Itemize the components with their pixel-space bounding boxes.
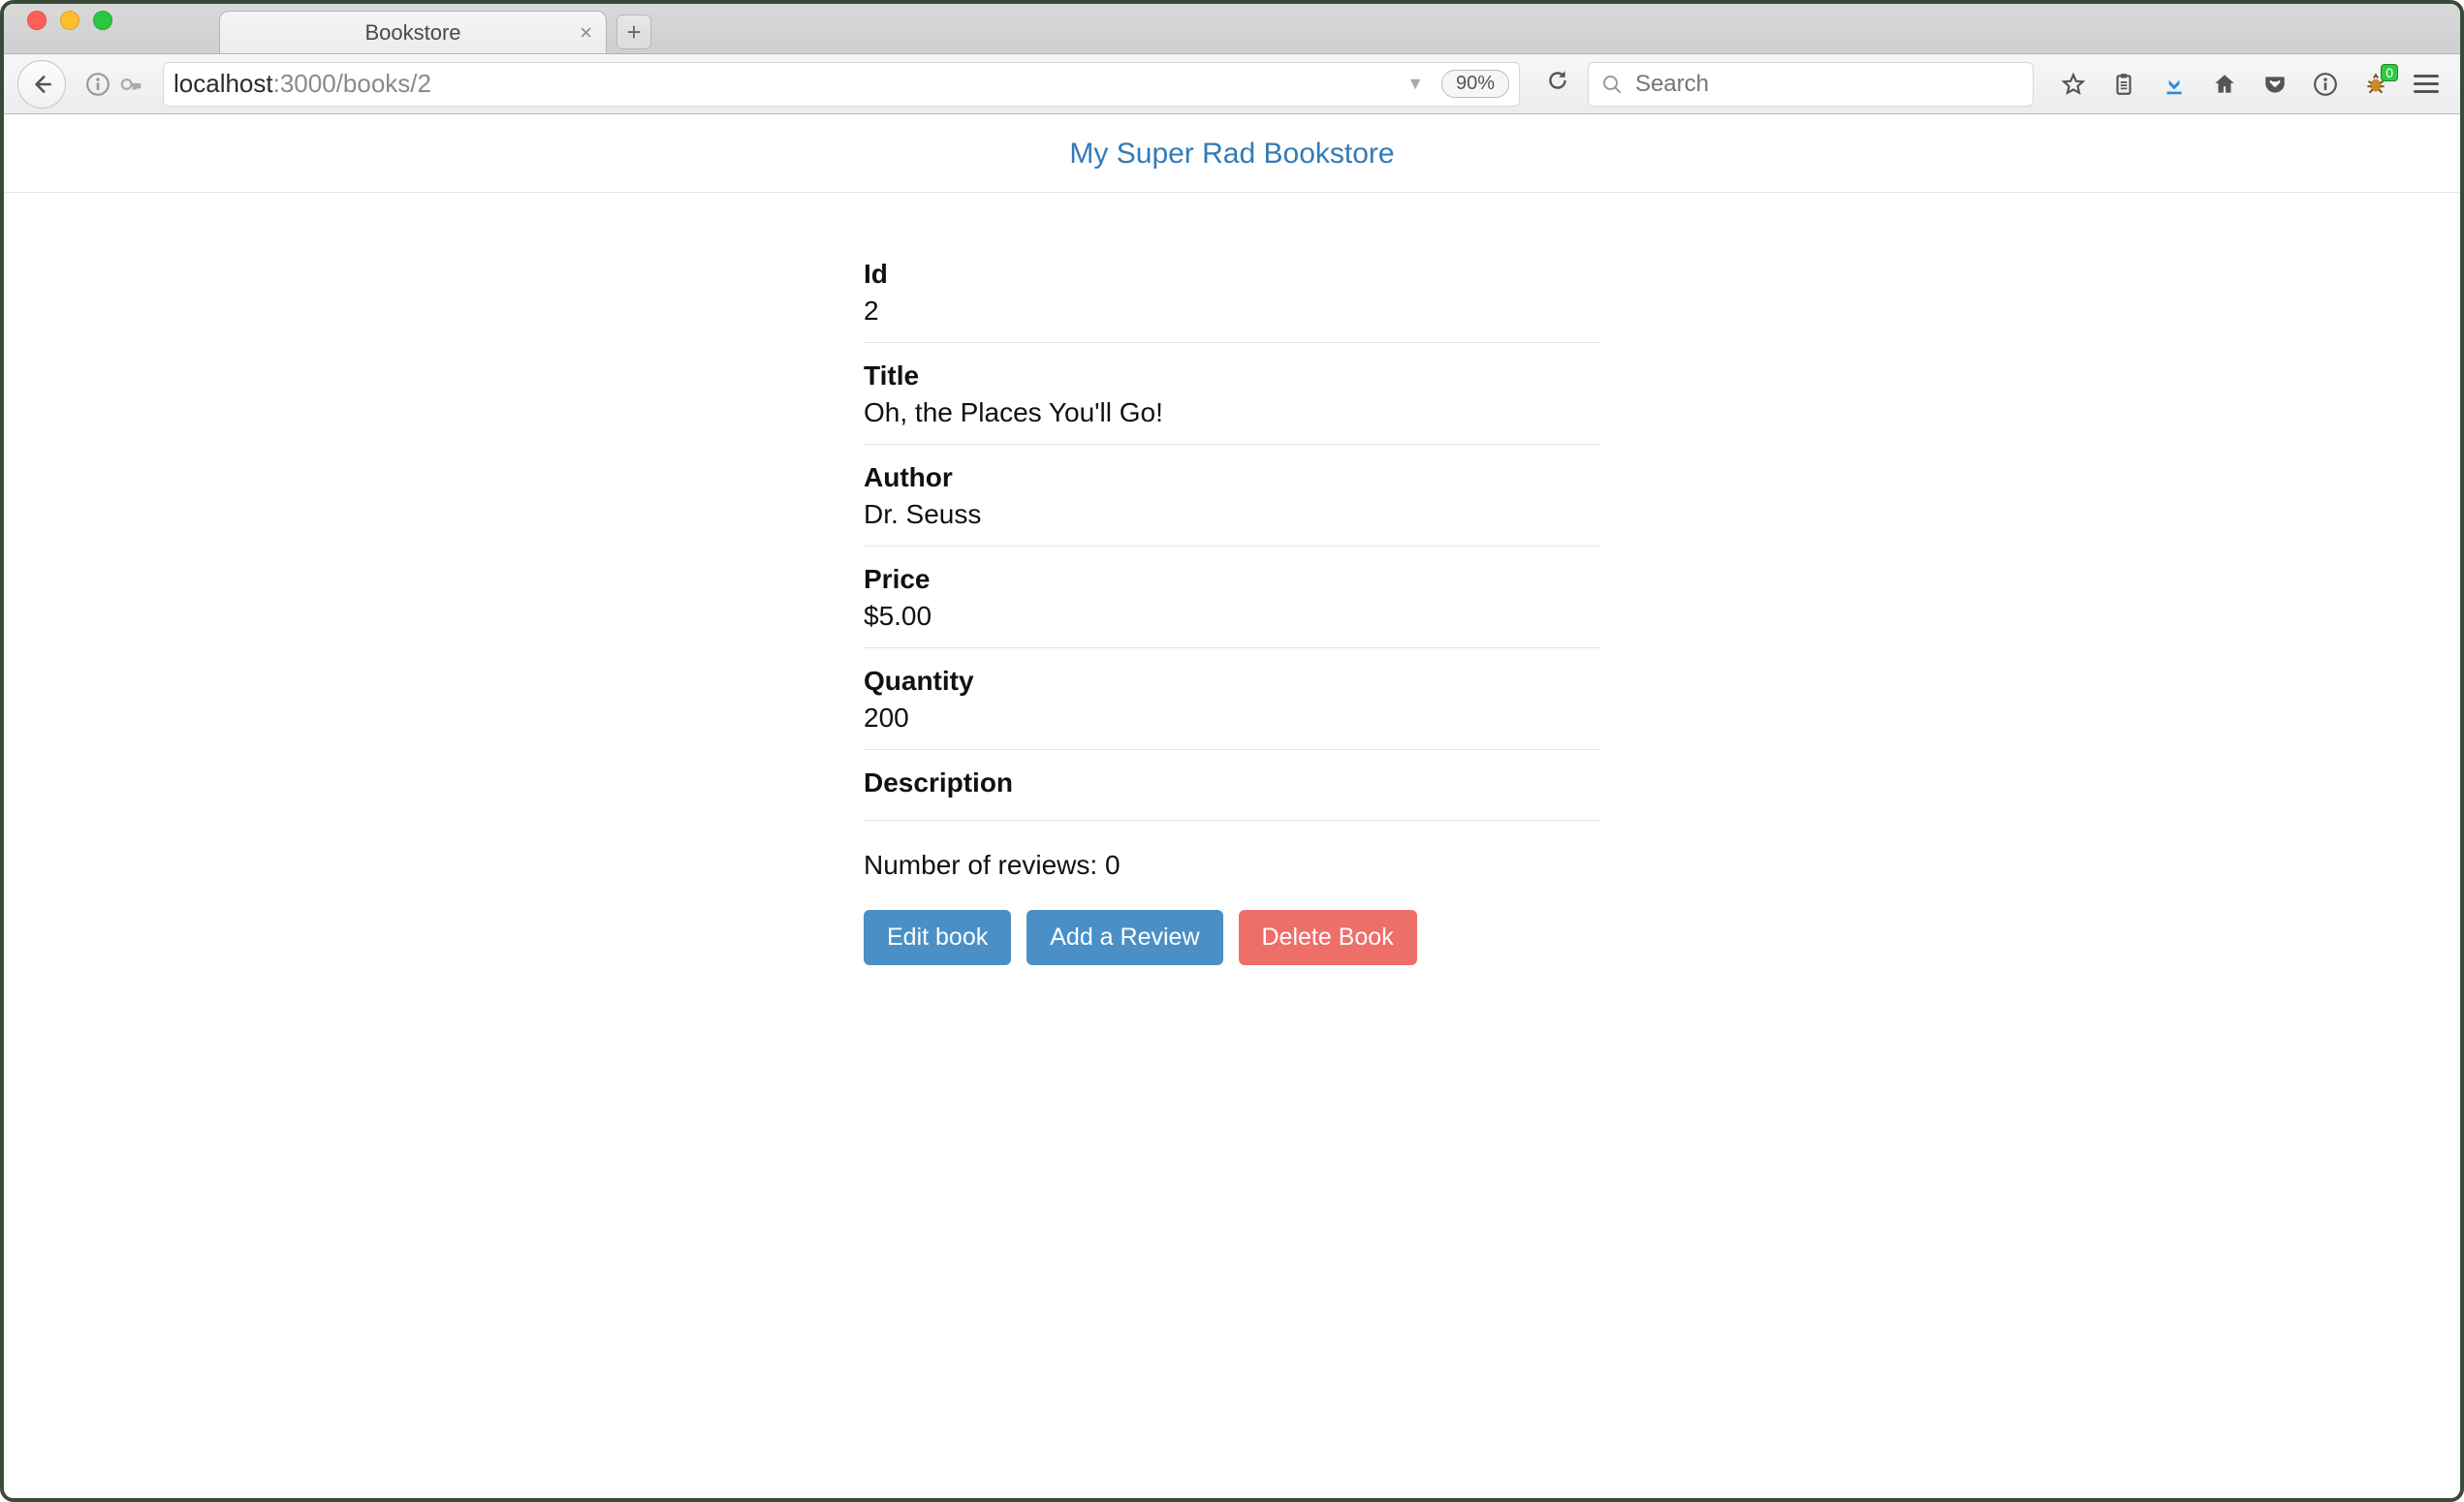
new-tab-button[interactable]: + bbox=[616, 15, 651, 49]
field-id: Id 2 bbox=[864, 241, 1600, 343]
delete-book-button[interactable]: Delete Book bbox=[1239, 910, 1417, 965]
window-zoom-button[interactable] bbox=[93, 11, 112, 30]
field-description-label: Description bbox=[864, 767, 1600, 798]
key-icon bbox=[118, 72, 143, 97]
field-description: Description bbox=[864, 750, 1600, 821]
page-viewport: My Super Rad Bookstore Id 2 Title Oh, th… bbox=[4, 114, 2460, 1498]
back-button[interactable] bbox=[17, 60, 66, 109]
edit-book-button[interactable]: Edit book bbox=[864, 910, 1011, 965]
zoom-level[interactable]: 90% bbox=[1441, 70, 1509, 98]
field-price-label: Price bbox=[864, 564, 1600, 595]
tab-close-icon[interactable]: × bbox=[580, 20, 592, 46]
star-icon bbox=[2061, 72, 2086, 97]
field-author-label: Author bbox=[864, 462, 1600, 493]
menu-button[interactable] bbox=[2412, 70, 2441, 99]
home-button[interactable] bbox=[2210, 70, 2239, 99]
field-price-value: $5.00 bbox=[864, 601, 1600, 632]
site-identity[interactable] bbox=[76, 62, 153, 107]
circle-info-icon bbox=[2313, 72, 2338, 97]
field-title-label: Title bbox=[864, 360, 1600, 391]
window-minimize-button[interactable] bbox=[60, 11, 79, 30]
url-path: :3000/books/2 bbox=[273, 69, 431, 99]
search-input[interactable] bbox=[1633, 70, 2021, 99]
field-id-label: Id bbox=[864, 259, 1600, 290]
browser-tab[interactable]: Bookstore × bbox=[219, 11, 607, 53]
search-icon bbox=[1600, 72, 1624, 97]
download-arrow-icon bbox=[2162, 72, 2187, 97]
dropdown-icon[interactable]: ▼ bbox=[1406, 74, 1424, 94]
field-id-value: 2 bbox=[864, 296, 1600, 327]
address-bar[interactable]: localhost:3000/books/2 ▼ 90% bbox=[163, 62, 1520, 107]
field-quantity-value: 200 bbox=[864, 703, 1600, 734]
bookmark-star-button[interactable] bbox=[2059, 70, 2088, 99]
field-author-value: Dr. Seuss bbox=[864, 499, 1600, 530]
clipboard-icon bbox=[2111, 72, 2136, 97]
pocket-icon bbox=[2262, 72, 2288, 97]
url-host: localhost bbox=[174, 69, 273, 99]
add-review-button[interactable]: Add a Review bbox=[1027, 910, 1222, 965]
extension-badge: 0 bbox=[2381, 64, 2398, 81]
book-detail: Id 2 Title Oh, the Places You'll Go! Aut… bbox=[864, 241, 1600, 965]
field-author: Author Dr. Seuss bbox=[864, 445, 1600, 547]
browser-toolbar: localhost:3000/books/2 ▼ 90% bbox=[4, 54, 2460, 114]
site-title-link[interactable]: My Super Rad Bookstore bbox=[1069, 138, 1394, 170]
reload-button[interactable] bbox=[1537, 68, 1578, 100]
action-buttons: Edit book Add a Review Delete Book bbox=[864, 910, 1600, 965]
tab-strip: Bookstore × + bbox=[4, 4, 2460, 54]
window-controls bbox=[17, 4, 112, 53]
search-box[interactable] bbox=[1588, 62, 2034, 107]
hamburger-icon bbox=[2414, 70, 2439, 98]
reviews-count: Number of reviews: 0 bbox=[864, 850, 1600, 881]
clipboard-button[interactable] bbox=[2109, 70, 2138, 99]
tab-title: Bookstore bbox=[364, 20, 460, 46]
field-quantity-label: Quantity bbox=[864, 666, 1600, 697]
info-icon bbox=[85, 72, 111, 97]
field-title: Title Oh, the Places You'll Go! bbox=[864, 343, 1600, 445]
field-title-value: Oh, the Places You'll Go! bbox=[864, 397, 1600, 428]
pocket-button[interactable] bbox=[2260, 70, 2290, 99]
home-icon bbox=[2212, 72, 2237, 97]
field-price: Price $5.00 bbox=[864, 547, 1600, 648]
extension-button[interactable]: 0 bbox=[2361, 70, 2390, 99]
field-quantity: Quantity 200 bbox=[864, 648, 1600, 750]
browser-window: Bookstore × + localhost:3000/books/2 ▼ 9… bbox=[0, 0, 2464, 1502]
toolbar-icons: 0 bbox=[2043, 70, 2447, 99]
window-close-button[interactable] bbox=[27, 11, 47, 30]
reload-icon bbox=[1545, 68, 1570, 93]
downloads-button[interactable] bbox=[2160, 70, 2189, 99]
info-button[interactable] bbox=[2311, 70, 2340, 99]
arrow-left-icon bbox=[29, 72, 54, 97]
site-header: My Super Rad Bookstore bbox=[4, 114, 2460, 193]
